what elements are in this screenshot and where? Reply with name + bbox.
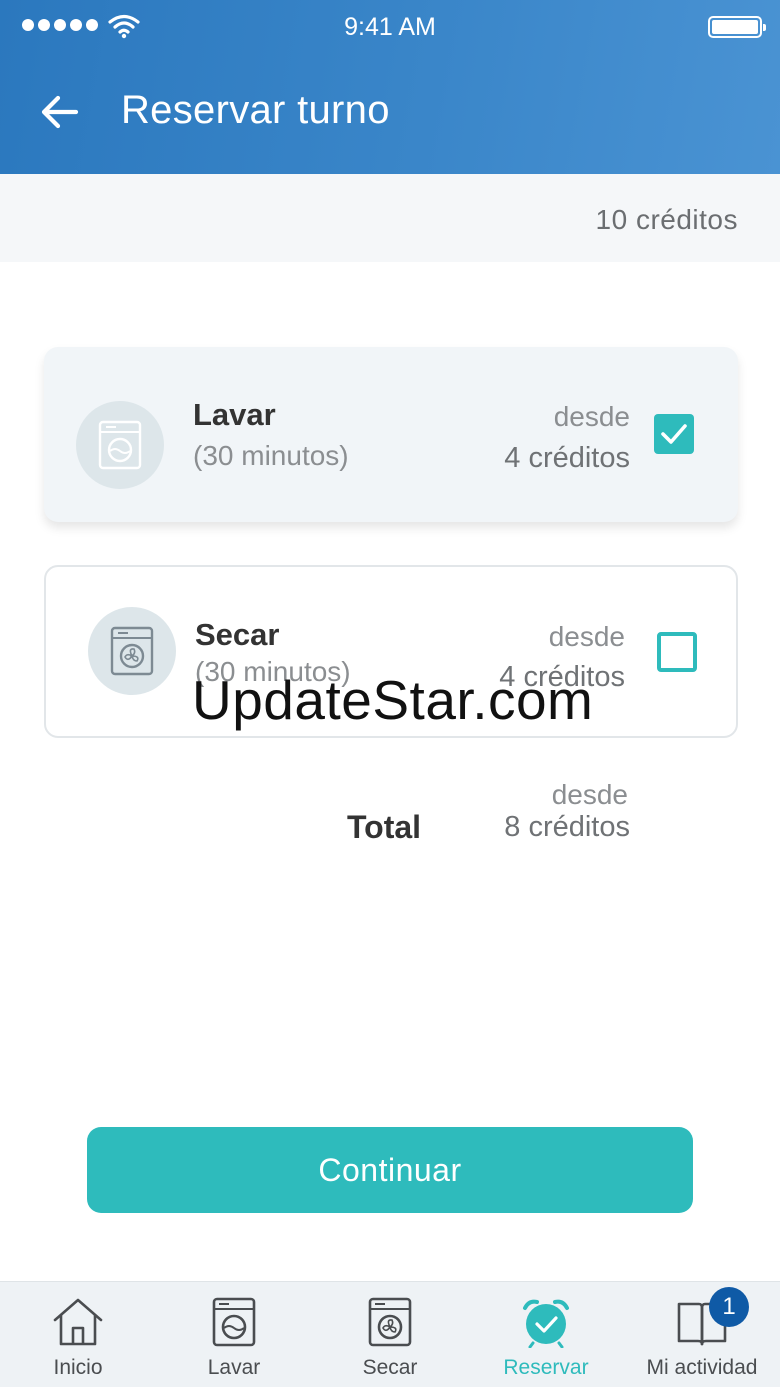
battery-icon	[708, 16, 766, 38]
tab-mi-actividad[interactable]: Mi actividad	[624, 1282, 780, 1387]
alarm-clock-icon	[523, 1299, 569, 1348]
total-price: 8 créditos	[504, 811, 630, 843]
service-checkbox-unchecked[interactable]	[657, 632, 697, 672]
notification-badge: 1	[709, 1287, 749, 1327]
tab-label: Reservar	[503, 1356, 589, 1379]
tab-label: Inicio	[53, 1356, 103, 1379]
dryer-icon	[110, 626, 154, 676]
bottom-tab-bar: Inicio Lavar Secar Reservar Mi actividad	[0, 1281, 780, 1387]
service-card-lavar[interactable]: Lavar (30 minutos) desde 4 créditos	[44, 347, 738, 522]
home-icon	[53, 1298, 103, 1346]
washing-machine-icon	[98, 420, 142, 470]
tab-label: Mi actividad	[646, 1356, 758, 1379]
service-icon-circle	[76, 401, 164, 489]
checkmark-icon	[661, 424, 687, 444]
tab-lavar[interactable]: Lavar	[156, 1282, 312, 1387]
continue-button[interactable]: Continuar	[87, 1127, 693, 1213]
tab-inicio[interactable]: Inicio	[0, 1282, 156, 1387]
page-title: Reservar turno	[121, 88, 390, 132]
service-icon-circle	[88, 607, 176, 695]
service-duration: (30 minutos)	[193, 440, 349, 471]
service-name: Lavar	[193, 397, 276, 432]
credits-bar: 10 créditos	[0, 174, 780, 262]
status-time: 9:41 AM	[344, 13, 436, 41]
service-name: Secar	[195, 617, 280, 652]
tab-reservar[interactable]: Reservar	[468, 1282, 624, 1387]
tab-secar[interactable]: Secar	[312, 1282, 468, 1387]
service-checkbox-checked[interactable]	[654, 414, 694, 454]
tab-label: Lavar	[207, 1356, 261, 1379]
washing-machine-icon	[212, 1297, 256, 1347]
tab-label: Secar	[362, 1356, 418, 1379]
app-header: 9:41 AM Reservar turno	[0, 0, 780, 174]
service-price: 4 créditos	[504, 442, 630, 474]
credits-balance: 10 créditos	[595, 204, 738, 235]
total-label: Total	[347, 809, 422, 845]
watermark-text: UpdateStar.com	[192, 669, 594, 731]
dryer-icon	[368, 1297, 412, 1347]
service-from-label: desde	[548, 621, 625, 652]
total-from-label: desde	[551, 779, 628, 810]
service-from-label: desde	[553, 401, 630, 432]
back-arrow-icon[interactable]	[36, 90, 84, 134]
status-bar: 9:41 AM	[0, 0, 780, 54]
